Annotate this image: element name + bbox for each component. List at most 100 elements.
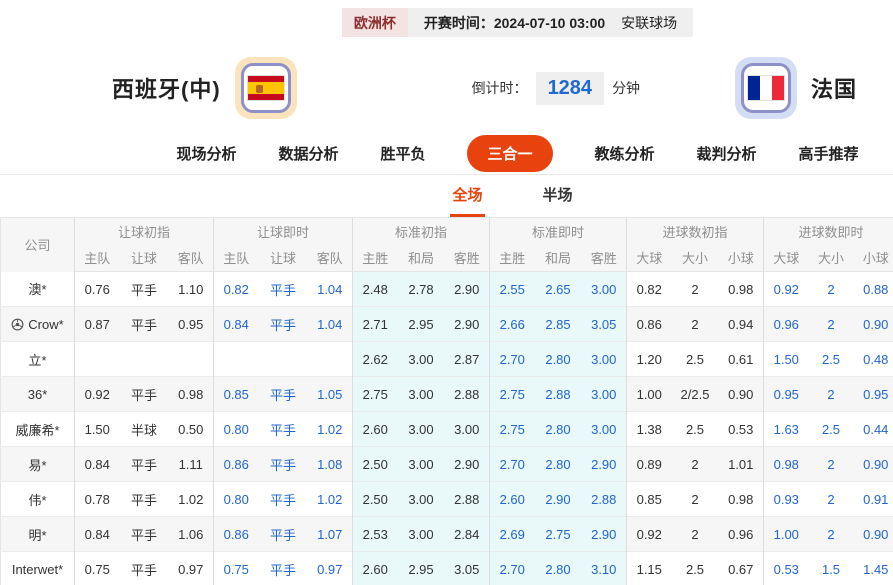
odds-cell: 3.00 xyxy=(444,411,490,447)
tab-half-match[interactable]: 半场 xyxy=(541,175,575,217)
subcol-header: 主胜 xyxy=(489,244,535,272)
subcol-header: 大球 xyxy=(626,244,672,272)
odds-cell: 2.75 xyxy=(352,376,398,412)
odds-cell: 3.00 xyxy=(397,481,445,517)
odds-cell: 0.78 xyxy=(74,481,120,517)
odds-cell: 0.85 xyxy=(626,481,672,517)
subcol-header: 客队 xyxy=(168,244,214,272)
odds-cell: 3.00 xyxy=(581,411,627,447)
odds-cell: 平手 xyxy=(119,516,169,552)
odds-cell: 2.80 xyxy=(534,411,582,447)
nav-tab-coach-analysis[interactable]: 教练分析 xyxy=(595,143,655,164)
odds-cell: 3.05 xyxy=(581,306,627,342)
table-row: 立* 2.62 3.00 2.87 2.70 2.80 3.00 1.20 2.5 0.61 1.5… xyxy=(0,341,893,377)
odds-cell: 2.90 xyxy=(444,271,490,307)
odds-cell: 0.82 xyxy=(213,271,259,307)
nav-tab-expert-picks[interactable]: 高手推荐 xyxy=(799,143,859,164)
odds-cell xyxy=(120,342,169,377)
odds-cell: 3.00 xyxy=(397,411,445,447)
odds-cell: 0.90 xyxy=(853,516,893,552)
home-flag-glow xyxy=(234,57,297,119)
odds-cell: 2.5 xyxy=(821,421,841,437)
odds-cell: 0.89 xyxy=(626,446,672,482)
odds-cell: 2.70 xyxy=(489,446,535,482)
odds-cell: 1.05 xyxy=(307,376,353,412)
odds-cell: 1.04 xyxy=(307,306,353,342)
odds-cell: 平手 xyxy=(119,306,169,342)
home-team: 西班牙(中) xyxy=(112,57,297,119)
subcol-header: 主队 xyxy=(213,244,259,272)
odds-cell: 2.80 xyxy=(534,341,582,377)
match-header: 西班牙(中) 倒计时： 1284 分钟 法国 xyxy=(0,51,893,125)
odds-cell: 0.85 xyxy=(213,376,259,412)
odds-cell xyxy=(213,341,259,377)
nav-tab-referee-analysis[interactable]: 裁判分析 xyxy=(697,143,757,164)
odds-cell: 1.07 xyxy=(307,516,353,552)
tab-full-match[interactable]: 全场 xyxy=(450,175,485,217)
odds-cell: 2.50 xyxy=(352,481,398,517)
subcol-header: 客队 xyxy=(307,244,353,272)
odds-cell: 平手 xyxy=(258,516,308,552)
odds-cell: 0.87 xyxy=(74,306,120,342)
group-header-standard-live: 标准即时 xyxy=(489,217,627,245)
company-cell: 易* xyxy=(0,446,75,482)
odds-cell: 0.92 xyxy=(763,271,809,307)
odds-cell: 1.01 xyxy=(718,446,764,482)
company-cell: 澳* xyxy=(28,282,47,298)
odds-cell: 2.5 xyxy=(685,351,705,367)
company-cell: 明* xyxy=(0,516,75,552)
countdown-value: 1284 xyxy=(535,71,605,105)
group-header-handicap-initial: 让球初指 xyxy=(74,217,214,245)
nav-tab-data-analysis[interactable]: 数据分析 xyxy=(278,143,338,164)
odds-cell: 0.95 xyxy=(168,306,214,342)
odds-cell: 0.90 xyxy=(853,306,893,342)
odds-table-body: 澳* 0.76 平手 1.10 0.82 平手 1.04 2.48 2.78 2.90 2.55 2.… xyxy=(0,271,893,585)
table-row: 威廉希* 1.50 半球 0.50 0.80 平手 1.02 2.60 3.00 3.00 2.75… xyxy=(0,411,893,447)
away-team: 法国 xyxy=(734,57,857,119)
odds-cell: 0.91 xyxy=(863,491,889,507)
odds-cell xyxy=(259,342,308,377)
league-badge: 欧洲杯 xyxy=(341,8,408,37)
odds-cell: 2.90 xyxy=(534,481,582,517)
odds-cell: 2.5 xyxy=(685,561,705,577)
company-header: 公司 xyxy=(0,217,75,272)
odds-cell: 0.44 xyxy=(863,421,889,437)
odds-cell: 2.78 xyxy=(397,271,445,307)
odds-cell: 1.45 xyxy=(863,561,889,577)
odds-cell: 平手 xyxy=(130,492,157,508)
odds-cell: 0.95 xyxy=(853,376,893,412)
odds-cell: 3.00 xyxy=(581,341,627,377)
odds-cell: 3.10 xyxy=(581,551,627,585)
odds-cell: 2.70 xyxy=(489,341,535,377)
odds-cell: 0.96 xyxy=(763,306,809,342)
odds-cell: 2.80 xyxy=(534,551,582,585)
odds-cell: 0.86 xyxy=(626,306,672,342)
odds-cell: 2 xyxy=(808,306,854,342)
subcol-header: 主队 xyxy=(74,244,120,272)
nav-tab-1x2[interactable]: 胜平负 xyxy=(380,143,425,164)
odds-cell: 平手 xyxy=(130,282,157,298)
odds-cell: 2.88 xyxy=(444,481,490,517)
odds-cell: 半球 xyxy=(130,422,157,438)
odds-cell: 平手 xyxy=(269,562,296,578)
subcol-header: 让球 xyxy=(119,244,169,272)
table-row: 伟* 0.78 平手 1.02 0.80 平手 1.02 2.50 3.00 2.88 2.60 2.… xyxy=(0,481,893,517)
odds-cell: 2 xyxy=(827,491,835,507)
odds-cell: 2 xyxy=(691,491,699,507)
odds-cell: 0.97 xyxy=(178,561,204,577)
odds-cell: 2.65 xyxy=(534,271,582,307)
nav-tab-three-in-one[interactable]: 三合一 xyxy=(467,135,553,172)
odds-cell: 2.71 xyxy=(352,306,398,342)
odds-cell: 2.95 xyxy=(397,306,445,342)
odds-cell: 2.69 xyxy=(489,516,535,552)
odds-cell: 3.00 xyxy=(581,271,627,307)
odds-cell: 0.90 xyxy=(853,446,893,482)
odds-cell: 2 xyxy=(671,446,719,482)
odds-cell: 平手 xyxy=(119,376,169,412)
odds-cell: 1.02 xyxy=(178,491,204,507)
subcol-header: 客胜 xyxy=(444,244,490,272)
company-cell: 立* xyxy=(28,352,47,368)
odds-cell: 2.75 xyxy=(489,376,535,412)
away-team-name: 法国 xyxy=(810,77,857,102)
nav-tab-live-analysis[interactable]: 现场分析 xyxy=(176,143,236,164)
